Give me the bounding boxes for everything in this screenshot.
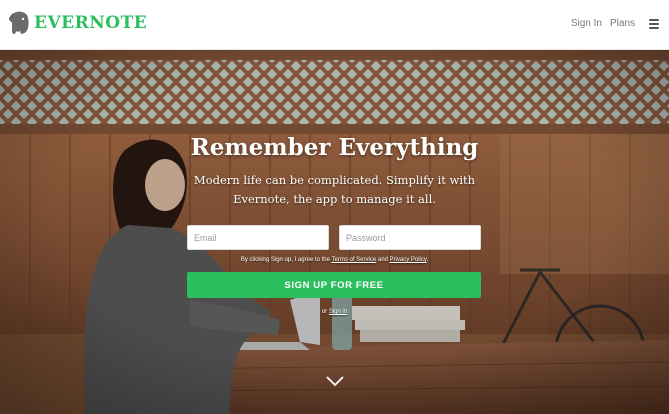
or-text: or	[321, 309, 328, 315]
terms-suffix: .	[426, 257, 429, 263]
signup-button[interactable]: SIGN UP FOR FREE	[187, 272, 481, 298]
hamburger-icon[interactable]	[649, 18, 659, 29]
hero-sign-in-link[interactable]: Sign in	[329, 309, 347, 315]
terms-notice: By clicking Sign up, I agree to the Term…	[0, 257, 669, 263]
email-field[interactable]	[187, 225, 329, 250]
brand-name: EVERNOTE	[34, 13, 148, 33]
terms-prefix: By clicking Sign up, I agree to the	[240, 257, 330, 263]
hero-headline: Remember Everything	[190, 134, 479, 161]
privacy-policy-link[interactable]: Privacy Policy	[390, 257, 427, 263]
hero-section: Remember Everything Modern life can be c…	[0, 50, 669, 414]
hero-subheadline: Modern life can be complicated. Simplify…	[193, 173, 476, 206]
top-nav: Sign In Plans	[571, 18, 659, 29]
elephant-icon	[9, 11, 29, 34]
password-field[interactable]	[339, 225, 481, 250]
evernote-logo[interactable]: EVERNOTE	[8, 10, 147, 36]
plans-link[interactable]: Plans	[610, 18, 635, 29]
sign-in-link[interactable]: Sign In	[571, 18, 602, 29]
signup-panel: Remember Everything Modern life can be c…	[0, 50, 669, 414]
or-sign-in: or Sign in	[0, 309, 669, 315]
terms-of-service-link[interactable]: Terms of Service	[332, 257, 377, 263]
terms-and: and	[377, 257, 388, 263]
chevron-down-icon[interactable]	[325, 375, 345, 387]
site-header: EVERNOTE Sign In Plans	[0, 0, 669, 50]
